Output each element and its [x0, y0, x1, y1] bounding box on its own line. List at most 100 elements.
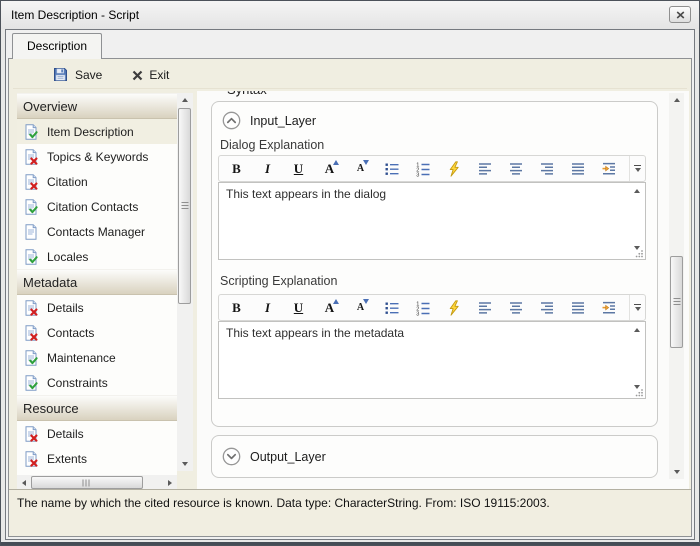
bold-icon: B — [232, 162, 241, 175]
bullet-list-icon — [384, 300, 400, 316]
input-layer-title: Input_Layer — [250, 114, 316, 128]
underline-icon: U — [294, 301, 303, 314]
align-right-icon — [539, 161, 555, 177]
collapse-section-icon[interactable] — [222, 111, 241, 130]
scroll-left-icon[interactable] — [22, 480, 26, 486]
shrink-font-button[interactable]: A — [345, 157, 376, 180]
exit-icon — [132, 70, 143, 81]
close-icon — [676, 11, 685, 19]
tab-description[interactable]: Description — [12, 33, 102, 59]
sidebar-item-details[interactable]: Details — [17, 421, 177, 446]
numbered-list-button[interactable]: 123 — [407, 157, 438, 180]
dynamic-text-button[interactable] — [438, 157, 469, 180]
align-center-icon — [508, 300, 524, 316]
sidebar-horizontal-scrollbar-thumb[interactable] — [31, 476, 143, 489]
sidebar-section-resource[interactable]: Resource — [17, 395, 177, 421]
syntax-label: Syntax — [227, 91, 267, 97]
textarea-scroll-up-icon[interactable] — [634, 328, 640, 332]
expand-section-icon[interactable] — [222, 447, 241, 466]
sidebar-section-metadata[interactable]: Metadata — [17, 269, 177, 295]
main-panel: Syntax Input_Layer Dialog Explanation BI… — [197, 91, 689, 489]
sidebar-item-contacts-manager[interactable]: Contacts Manager — [17, 219, 177, 244]
scroll-down-icon[interactable] — [674, 470, 680, 474]
bold-button[interactable]: B — [221, 296, 252, 319]
document-invalid-icon — [23, 149, 39, 165]
resize-grip-icon[interactable] — [635, 388, 644, 397]
align-right-button[interactable] — [531, 296, 562, 319]
align-left-icon — [477, 300, 493, 316]
window-title: Item Description - Script — [11, 8, 139, 22]
sidebar-item-item-description[interactable]: Item Description — [17, 119, 177, 144]
textarea-scroll-up-icon[interactable] — [634, 189, 640, 193]
underline-button[interactable]: U — [283, 296, 314, 319]
dialog-explanation-input[interactable]: This text appears in the dialog — [218, 182, 646, 260]
scripting-explanation-input[interactable]: This text appears in the metadata — [218, 321, 646, 399]
toolbar-overflow-button[interactable] — [629, 156, 645, 181]
main-vertical-scrollbar[interactable] — [669, 93, 684, 479]
save-icon — [53, 67, 69, 83]
indent-icon — [601, 300, 617, 316]
bullet-list-button[interactable] — [376, 296, 407, 319]
italic-button[interactable]: I — [252, 296, 283, 319]
resize-grip-icon[interactable] — [635, 249, 644, 258]
toolbar-overflow-button[interactable] — [629, 295, 645, 320]
sidebar-item-topics-keywords[interactable]: Topics & Keywords — [17, 144, 177, 169]
numbered-list-icon: 123 — [415, 300, 431, 316]
underline-button[interactable]: U — [283, 157, 314, 180]
align-left-button[interactable] — [469, 296, 500, 319]
document-invalid-icon — [23, 300, 39, 316]
underline-icon: U — [294, 162, 303, 175]
input-layer-section: Input_Layer Dialog Explanation BIUAA123 … — [211, 101, 658, 427]
save-button[interactable]: Save — [53, 67, 102, 83]
align-center-button[interactable] — [500, 157, 531, 180]
scroll-up-icon[interactable] — [182, 98, 188, 102]
italic-button[interactable]: I — [252, 157, 283, 180]
align-right-button[interactable] — [531, 157, 562, 180]
window-frame-edge — [1, 542, 699, 545]
indent-button[interactable] — [593, 157, 624, 180]
numbered-list-button[interactable]: 123 — [407, 296, 438, 319]
close-button[interactable] — [669, 6, 691, 23]
align-center-button[interactable] — [500, 296, 531, 319]
bullet-list-button[interactable] — [376, 157, 407, 180]
shrink-font-button[interactable]: A — [345, 296, 376, 319]
grow-font-button[interactable]: A — [314, 157, 345, 180]
sidebar-item-citation[interactable]: Citation — [17, 169, 177, 194]
sidebar-item-constraints[interactable]: Constraints — [17, 370, 177, 395]
justify-icon — [570, 300, 586, 316]
sidebar-item-contacts[interactable]: Contacts — [17, 320, 177, 345]
grow-font-button[interactable]: A — [314, 296, 345, 319]
document-invalid-icon — [23, 174, 39, 190]
sidebar-vertical-scrollbar-thumb[interactable] — [178, 108, 191, 304]
indent-button[interactable] — [593, 296, 624, 319]
scroll-up-icon[interactable] — [674, 98, 680, 102]
sidebar-item-extents[interactable]: Extents — [17, 446, 177, 471]
sidebar-item-maintenance[interactable]: Maintenance — [17, 345, 177, 370]
sidebar-section-overview[interactable]: Overview — [17, 93, 177, 119]
exit-button[interactable]: Exit — [132, 68, 169, 82]
bullet-list-icon — [384, 161, 400, 177]
exit-button-label: Exit — [149, 68, 169, 82]
dialog-explanation-text: This text appears in the dialog — [226, 187, 386, 201]
main-vertical-scrollbar-thumb[interactable] — [670, 256, 683, 348]
sidebar-item-details[interactable]: Details — [17, 295, 177, 320]
justify-button[interactable] — [562, 296, 593, 319]
bold-button[interactable]: B — [221, 157, 252, 180]
overflow-icon — [634, 304, 641, 306]
justify-button[interactable] — [562, 157, 593, 180]
dynamic-text-icon — [446, 300, 462, 316]
sidebar-horizontal-scrollbar[interactable] — [17, 475, 177, 490]
sidebar-vertical-scrollbar[interactable] — [177, 93, 193, 471]
sidebar-item-citation-contacts[interactable]: Citation Contacts — [17, 194, 177, 219]
scroll-down-icon[interactable] — [182, 462, 188, 466]
sidebar-item-locales[interactable]: Locales — [17, 244, 177, 269]
align-center-icon — [508, 161, 524, 177]
grow-font-icon: A — [325, 301, 334, 314]
align-left-button[interactable] — [469, 157, 500, 180]
italic-icon: I — [265, 162, 270, 175]
scroll-right-icon[interactable] — [168, 480, 172, 486]
dynamic-text-button[interactable] — [438, 296, 469, 319]
document-valid-icon — [23, 249, 39, 265]
window-titlebar[interactable]: Item Description - Script — [1, 1, 699, 29]
window: Item Description - Script Description Sa… — [0, 0, 700, 546]
